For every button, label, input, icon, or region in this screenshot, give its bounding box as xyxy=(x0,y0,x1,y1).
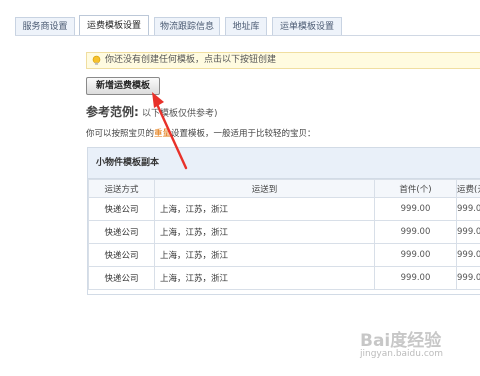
table-row: 快递公司 上海，江苏，浙江 999.00 999.0 xyxy=(88,220,480,244)
column-header-shipping-fee: 运费(元 xyxy=(456,179,480,198)
tab-label: 服务商设置 xyxy=(22,22,68,32)
watermark-subtext: jingyan.baidu.com xyxy=(360,349,444,359)
reference-description: 你可以按照宝贝的重量设置模板，一般适用于比较轻的宝贝： xyxy=(86,127,316,139)
cell-first-item: 999.00 xyxy=(374,197,457,221)
cell-shipping-method: 快递公司 xyxy=(88,266,155,290)
empty-template-notice: 你还没有创建任何模板，点击以下按钮创建 xyxy=(86,52,480,69)
tab-label: 物流跟踪信息 xyxy=(159,22,214,32)
cell-shipping-method: 快递公司 xyxy=(88,220,155,244)
cell-destination: 上海，江苏，浙江 xyxy=(154,197,375,221)
cell-destination: 上海，江苏，浙江 xyxy=(154,266,375,290)
cell-shipping-fee: 999.0 xyxy=(456,197,480,221)
cell-shipping-fee: 999.0 xyxy=(456,243,480,267)
tab-bar: 服务商设置 运费模板设置 物流跟踪信息 地址库 运单模板设置 xyxy=(0,0,480,37)
table-row: 快递公司 上海，江苏，浙江 999.00 999.0 xyxy=(88,197,480,221)
annotation-arrow-icon xyxy=(152,92,188,170)
cell-shipping-fee: 999.0 xyxy=(456,266,480,290)
cell-first-item: 999.00 xyxy=(374,220,457,244)
reference-example-title: 参考范例: xyxy=(86,105,139,119)
cell-shipping-method: 快递公司 xyxy=(88,243,155,267)
table-row: 快递公司 上海，江苏，浙江 999.00 999.0 xyxy=(88,243,480,267)
notice-text: 你还没有创建任何模板，点击以下按钮创建 xyxy=(105,55,277,65)
cell-first-item: 999.00 xyxy=(374,243,457,267)
tab-shipping-template-settings[interactable]: 运费模板设置 xyxy=(79,15,149,36)
template-table-grid: 运送方式 运送到 首件(个) 运费(元 快递公司 上海，江苏，浙江 999.00… xyxy=(88,179,480,290)
column-header-shipping-method: 运送方式 xyxy=(88,179,155,198)
cell-shipping-fee: 999.0 xyxy=(456,220,480,244)
add-shipping-template-button[interactable]: 新增运费模板 xyxy=(86,77,160,95)
tab-baseline xyxy=(15,35,480,36)
table-header-row: 运送方式 运送到 首件(个) 运费(元 xyxy=(88,179,480,198)
table-row: 快递公司 上海，江苏，浙江 999.00 999.0 xyxy=(88,266,480,290)
cell-shipping-method: 快递公司 xyxy=(88,197,155,221)
column-header-first-item: 首件(个) xyxy=(374,179,457,198)
description-text: 设置模板，一般适用于比较轻的宝贝： xyxy=(171,129,316,139)
tab-label: 地址库 xyxy=(232,22,260,32)
tab-logistics-tracking[interactable]: 物流跟踪信息 xyxy=(154,17,220,35)
cell-destination: 上海，江苏，浙江 xyxy=(154,243,375,267)
tab-label: 运费模板设置 xyxy=(86,21,141,31)
cell-first-item: 999.00 xyxy=(374,266,457,290)
watermark-text: Bai度经验 xyxy=(360,331,442,351)
template-table-title: 小物件模板副本 xyxy=(88,148,480,179)
column-header-destination: 运送到 xyxy=(154,179,375,198)
description-text: 你可以按照宝贝的 xyxy=(86,129,155,139)
lightbulb-icon xyxy=(92,55,101,65)
baidu-watermark: Bai度经验 jingyan.baidu.com xyxy=(360,326,443,359)
tab-waybill-template-settings[interactable]: 运单模板设置 xyxy=(272,17,342,35)
tab-service-provider-settings[interactable]: 服务商设置 xyxy=(15,17,75,35)
cell-destination: 上海，江苏，浙江 xyxy=(154,220,375,244)
tab-address-library[interactable]: 地址库 xyxy=(225,17,267,35)
tab-label: 运单模板设置 xyxy=(279,22,334,32)
template-table: 小物件模板副本 运送方式 运送到 首件(个) 运费(元 快递公司 上海，江苏，浙… xyxy=(87,147,480,295)
